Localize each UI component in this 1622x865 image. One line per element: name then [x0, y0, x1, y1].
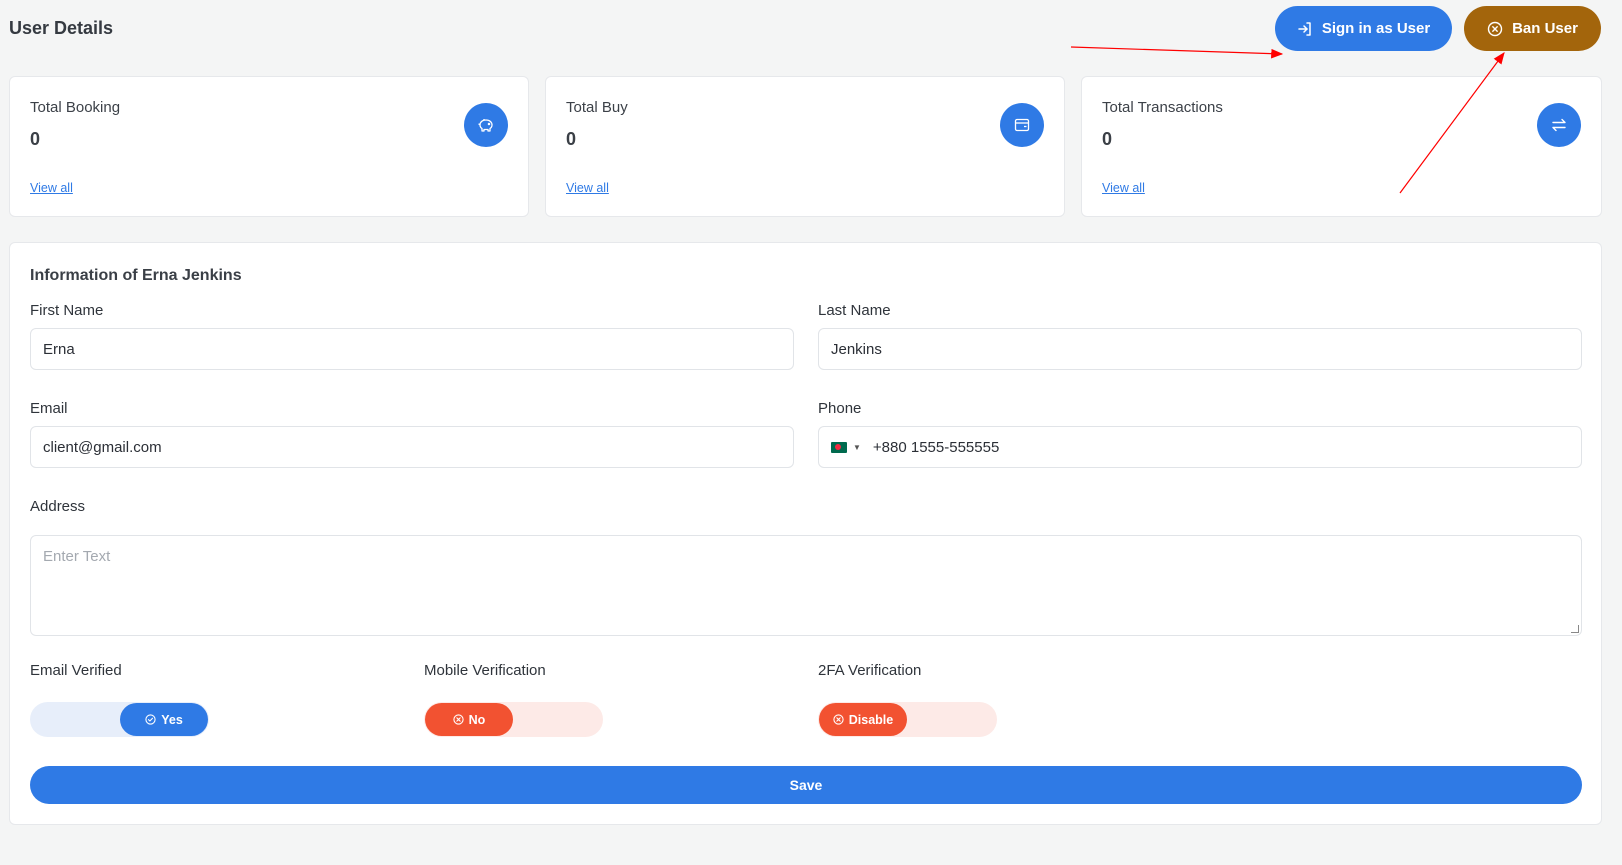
ban-user-button[interactable]: Ban User	[1464, 6, 1601, 51]
address-label: Address	[30, 498, 86, 515]
email-value: client@gmail.com	[43, 438, 162, 456]
check-circle-icon	[145, 714, 156, 725]
user-information-panel: Information of Erna Jenkins First Name E…	[9, 242, 1602, 825]
mobile-verification-knob[interactable]: No	[425, 703, 513, 736]
view-all-link[interactable]: View all	[30, 181, 73, 195]
stat-card-total-booking: Total Booking 0 View all	[9, 76, 529, 217]
stat-icon-circle	[464, 103, 508, 147]
twofa-verification-knob[interactable]: Disable	[819, 703, 907, 736]
email-verified-knob[interactable]: Yes	[120, 703, 208, 736]
first-name-value: Erna	[43, 340, 75, 358]
phone-label: Phone	[818, 400, 862, 417]
mobile-verification-label: Mobile Verification	[424, 662, 546, 679]
bangladesh-flag-icon[interactable]	[831, 441, 847, 453]
email-verified-value: Yes	[161, 712, 183, 727]
address-textarea[interactable]: Enter Text	[30, 535, 1582, 636]
mobile-verification-value: No	[468, 712, 486, 727]
phone-value: +880 1555-555555	[872, 438, 1000, 456]
stat-label: Total Booking	[30, 99, 121, 116]
stat-value: 0	[566, 129, 577, 149]
mobile-verification-toggle[interactable]: No	[424, 702, 603, 737]
twofa-verification-label: 2FA Verification	[818, 662, 922, 679]
first-name-field[interactable]: Erna	[30, 328, 794, 370]
stat-card-total-transactions: Total Transactions 0 View all	[1081, 76, 1602, 217]
sign-in-as-user-button[interactable]: Sign in as User	[1275, 6, 1452, 51]
close-circle-icon	[1487, 21, 1503, 36]
stat-icon-circle	[1537, 103, 1581, 147]
email-label: Email	[30, 400, 68, 417]
email-verified-toggle[interactable]: Yes	[30, 702, 209, 737]
email-field[interactable]: client@gmail.com	[30, 426, 794, 468]
sign-in-label: Sign in as User	[1321, 20, 1431, 37]
page-title: User Details	[9, 18, 114, 38]
annotation-arrow-signin	[1070, 46, 1284, 59]
phone-field[interactable]: ▼ +880 1555-555555	[818, 426, 1582, 468]
last-name-field[interactable]: Jenkins	[818, 328, 1582, 370]
caret-down-icon[interactable]: ▼	[853, 443, 861, 452]
close-circle-icon	[453, 714, 464, 725]
stat-value: 0	[1102, 129, 1113, 149]
info-title: Information of Erna Jenkins	[30, 267, 242, 284]
address-placeholder: Enter Text	[43, 548, 111, 565]
last-name-label: Last Name	[818, 302, 891, 319]
stat-card-total-buy: Total Buy 0 View all	[545, 76, 1065, 217]
transfer-arrows-icon	[1552, 118, 1566, 132]
piggy-bank-icon	[478, 119, 493, 132]
stat-label: Total Buy	[566, 99, 628, 116]
user-details-page: User Details Sign in as User Ban User To…	[0, 0, 1622, 865]
twofa-verification-toggle[interactable]: Disable	[818, 702, 997, 737]
stat-label: Total Transactions	[1102, 99, 1223, 116]
view-all-link[interactable]: View all	[1102, 181, 1145, 195]
last-name-value: Jenkins	[831, 340, 882, 358]
twofa-verification-value: Disable	[848, 712, 894, 727]
email-verified-label: Email Verified	[30, 662, 122, 679]
stat-value: 0	[30, 129, 41, 149]
sign-in-icon	[1298, 21, 1311, 36]
save-button[interactable]: Save	[30, 766, 1582, 804]
first-name-label: First Name	[30, 302, 104, 319]
wallet-icon	[1014, 118, 1030, 132]
resize-handle[interactable]	[1571, 625, 1579, 633]
stat-icon-circle	[1000, 103, 1044, 147]
ban-user-label: Ban User	[1512, 20, 1578, 37]
view-all-link[interactable]: View all	[566, 181, 609, 195]
close-circle-icon	[833, 714, 844, 725]
